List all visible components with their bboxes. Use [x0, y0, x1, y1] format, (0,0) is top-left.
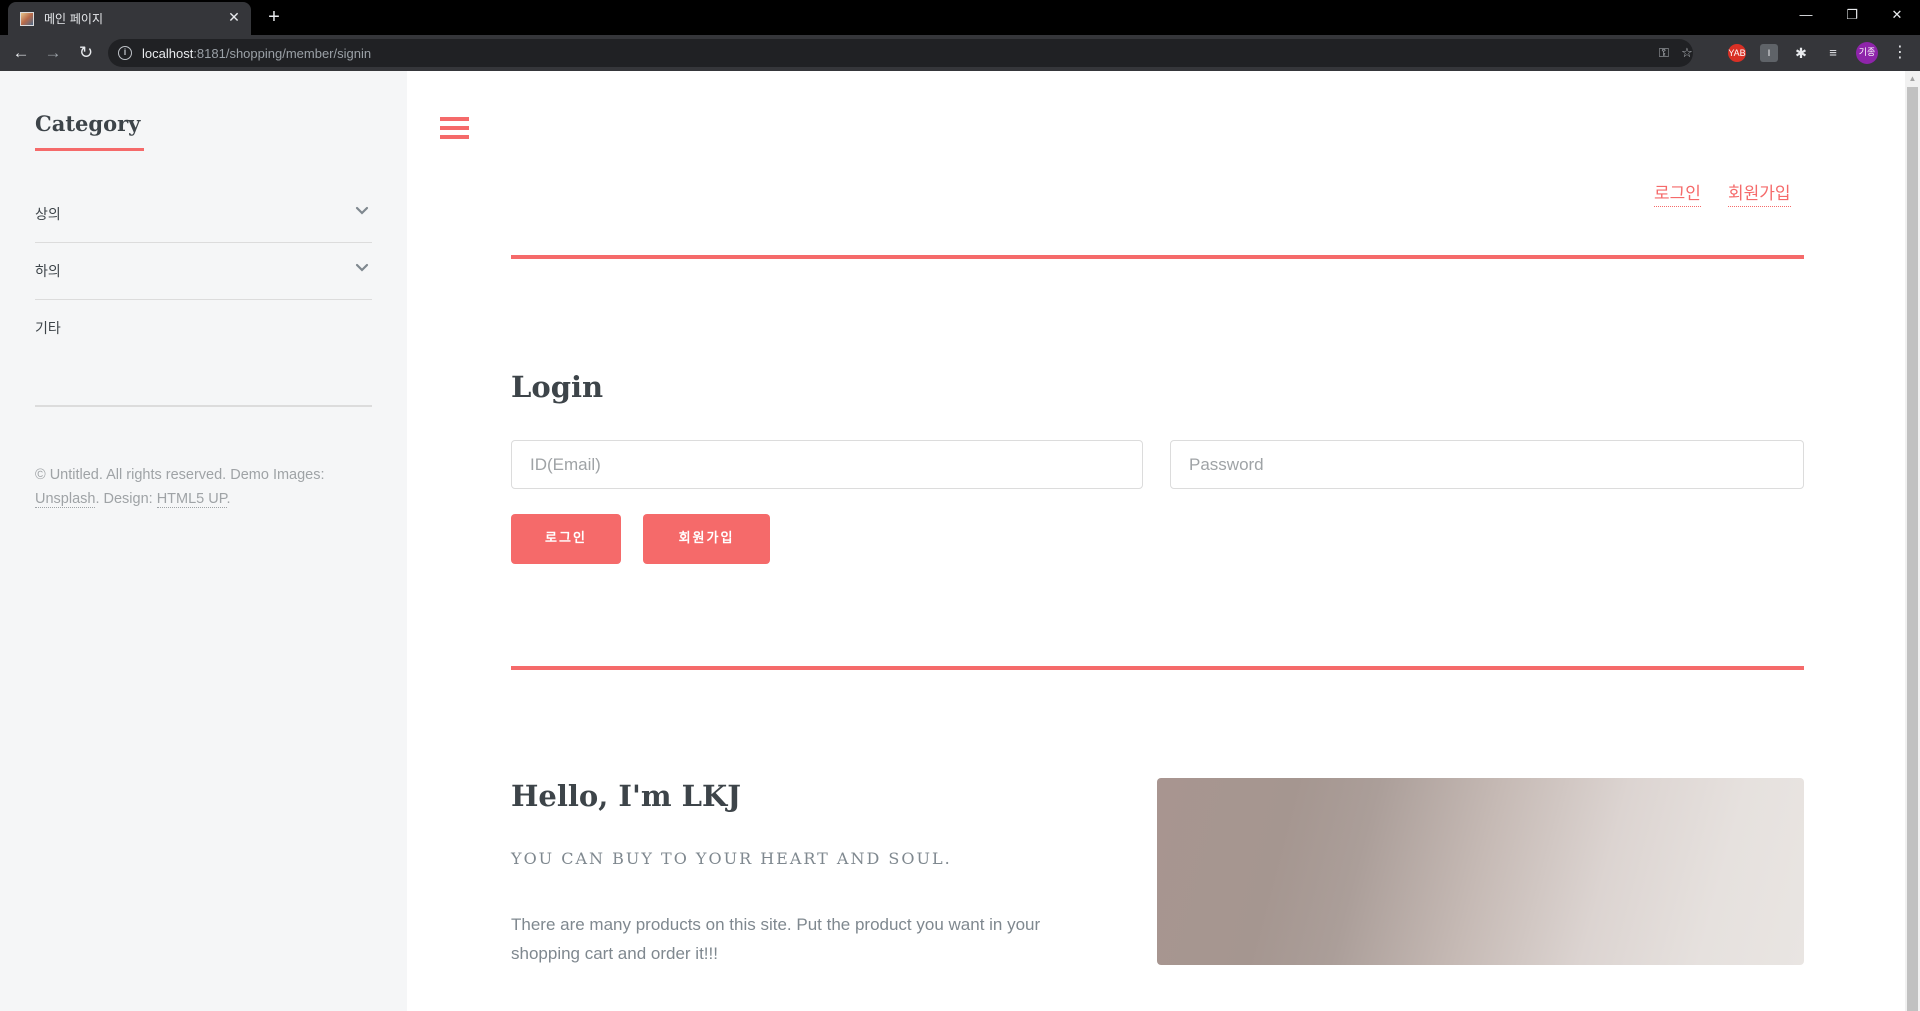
key-icon[interactable]: ⚿ — [1655, 44, 1673, 62]
forward-icon[interactable]: → — [41, 41, 65, 65]
scrollbar-thumb[interactable] — [1907, 87, 1918, 1011]
minimize-icon[interactable]: — — [1783, 0, 1829, 30]
more-menu-icon[interactable]: ⋮ — [1891, 41, 1909, 65]
header-login-link[interactable]: 로그인 — [1654, 179, 1701, 207]
yab-extension-icon[interactable]: YAB — [1728, 44, 1746, 62]
new-tab-button[interactable]: + — [262, 5, 286, 29]
header-signup-link[interactable]: 회원가입 — [1728, 179, 1791, 207]
hero-image — [1157, 778, 1804, 965]
sidebar-item-label: 기타 — [35, 321, 61, 337]
browser-tab-bar: 메인 페이지 ✕ + — ❐ ✕ — [0, 0, 1920, 35]
header-divider — [511, 255, 1804, 259]
sidebar: Category 상의 하의 기타 © Untitled. All rights… — [0, 71, 407, 1011]
html5up-link[interactable]: HTML5 UP — [156, 491, 227, 508]
avatar[interactable]: 기종 — [1856, 42, 1878, 64]
intro-description: There are many products on this site. Pu… — [511, 915, 1041, 963]
info-icon[interactable]: i — [118, 46, 132, 60]
email-field[interactable] — [511, 440, 1143, 489]
sidebar-item-bottom[interactable]: 하의 — [35, 243, 372, 300]
reading-list-icon[interactable]: ≡ — [1824, 44, 1842, 62]
puzzle-icon[interactable]: ✱ — [1792, 44, 1810, 62]
tab-title: 메인 페이지 — [44, 12, 104, 26]
chevron-down-icon[interactable] — [354, 259, 370, 275]
page-scrollbar[interactable]: ▲ — [1905, 71, 1920, 1011]
unsplash-link[interactable]: Unsplash — [35, 491, 96, 508]
copyright-suffix: . — [226, 491, 231, 507]
star-icon[interactable]: ☆ — [1678, 44, 1696, 62]
sidebar-item-top[interactable]: 상의 — [35, 186, 372, 243]
close-window-icon[interactable]: ✕ — [1874, 0, 1920, 30]
browser-toolbar: ← → ↻ i localhost:8181/shopping/member/s… — [0, 35, 1920, 71]
signup-button[interactable]: 회원가입 — [643, 514, 770, 564]
sidebar-item-label: 상의 — [35, 207, 61, 223]
favicon-icon — [20, 12, 34, 26]
intro-heading: Hello, I'm LKJ — [511, 779, 741, 813]
copyright-prefix: © Untitled. All rights reserved. Demo Im… — [35, 467, 325, 483]
sidebar-divider — [35, 405, 372, 407]
scroll-up-icon[interactable]: ▲ — [1905, 71, 1920, 86]
login-button[interactable]: 로그인 — [511, 514, 621, 564]
url-path: :8181/shopping/member/signin — [193, 46, 372, 61]
address-bar[interactable]: i localhost:8181/shopping/member/signin … — [108, 39, 1693, 67]
sidebar-item-label: 하의 — [35, 264, 61, 280]
password-field[interactable] — [1170, 440, 1804, 489]
section-divider — [511, 666, 1804, 670]
url-text[interactable]: localhost:8181/shopping/member/signin — [142, 46, 371, 61]
login-title: Login — [511, 370, 604, 404]
chevron-down-icon[interactable] — [354, 202, 370, 218]
category-heading: Category — [35, 111, 141, 136]
url-host: localhost — [142, 46, 194, 61]
close-tab-icon[interactable]: ✕ — [225, 8, 243, 26]
restore-icon[interactable]: ❐ — [1829, 0, 1875, 30]
intro-tagline: YOU CAN BUY TO YOUR HEART AND SOUL. — [511, 849, 952, 868]
back-icon[interactable]: ← — [9, 41, 33, 65]
sidebar-item-etc[interactable]: 기타 — [35, 300, 372, 357]
browser-tab[interactable]: 메인 페이지 ✕ — [8, 2, 251, 35]
design-prefix: . Design: — [95, 491, 157, 507]
extension-box-icon[interactable]: I — [1760, 44, 1778, 62]
copyright-text: © Untitled. All rights reserved. Demo Im… — [35, 463, 355, 511]
category-underline — [35, 148, 144, 151]
hamburger-menu-icon[interactable] — [440, 117, 469, 141]
reload-icon[interactable]: ↻ — [74, 41, 98, 65]
